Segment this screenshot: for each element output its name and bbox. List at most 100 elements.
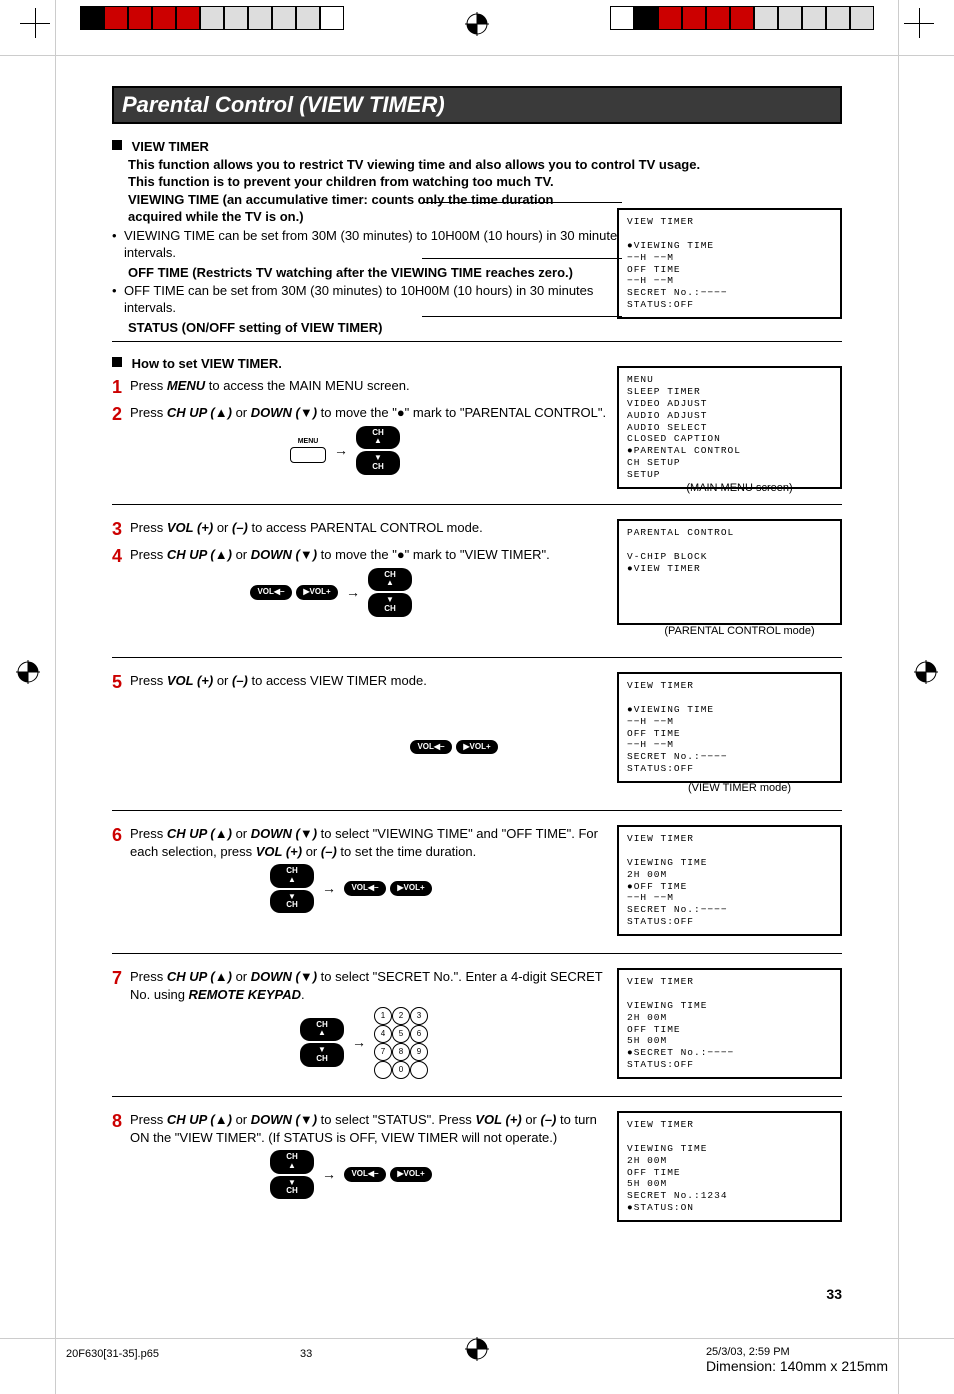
- step-number: 6: [112, 825, 130, 913]
- screen-line: SECRET No.:−−−−: [627, 904, 832, 916]
- screen-line: ●SECRET No.:−−−−: [627, 1047, 832, 1059]
- step-8: 8 Press CH UP (▲) or DOWN (▼) to select …: [112, 1111, 612, 1199]
- target-icon: [16, 660, 40, 689]
- step-number: 3: [112, 519, 130, 540]
- color-strip-left: [80, 6, 344, 28]
- ch-down-button-icon: ▼CH: [270, 1176, 314, 1200]
- step-text: Press CH UP (▲) or DOWN (▼) to select "S…: [130, 968, 612, 1077]
- step-number: 5: [112, 672, 130, 754]
- screen-line: STATUS:OFF: [627, 916, 832, 928]
- step-text: Press VOL (+) or (–) to access VIEW TIME…: [130, 672, 498, 754]
- howto-section: How to set VIEW TIMER. 1 Press MENU to a…: [112, 356, 842, 496]
- step6-section: 6 Press CH UP (▲) or DOWN (▼) to select …: [112, 825, 842, 945]
- connector-line: [422, 258, 622, 260]
- vol-minus-button-icon: VOL ◀–: [344, 1167, 386, 1182]
- footer-right: 25/3/03, 2:59 PM Dimension: 140mm x 215m…: [706, 1346, 888, 1374]
- intro-l2: This function is to prevent your childre…: [112, 173, 554, 191]
- vol-plus-button-icon: ▶ VOL+: [390, 1167, 432, 1182]
- screen-line: ●PARENTAL CONTROL: [627, 445, 832, 457]
- ch-down-button-icon: ▼CH: [368, 593, 412, 617]
- footer-pagenum: 33: [300, 1348, 312, 1360]
- heading-text: Parental Control (VIEW TIMER): [122, 92, 832, 118]
- arrow-icon: →: [318, 879, 340, 898]
- crop-mark: [20, 8, 50, 38]
- screen-line: PARENTAL CONTROL: [627, 527, 832, 539]
- divider: [112, 1096, 842, 1097]
- footer-dimension: Dimension: 140mm x 215mm: [706, 1358, 888, 1374]
- screen-line: OFF TIME: [627, 728, 832, 740]
- button-group: CH▲ ▼CH → 123 456 789 0: [300, 1007, 612, 1077]
- screen-line: VIEW TIMER: [627, 680, 832, 692]
- screen-line: VIEW TIMER: [627, 1119, 832, 1131]
- ch-up-button-icon: CH▲: [356, 426, 400, 450]
- connector-line: [422, 316, 622, 318]
- content: Parental Control (VIEW TIMER) VIEW TIMER…: [112, 86, 842, 1231]
- vol-plus-button-icon: ▶ VOL+: [456, 740, 498, 755]
- screen-parental: PARENTAL CONTROL V-CHIP BLOCK ●VIEW TIME…: [617, 519, 842, 625]
- screen-line: CLOSED CAPTION: [627, 433, 832, 445]
- step34-section: 3 Press VOL (+) or (–) to access PARENTA…: [112, 519, 842, 649]
- screen-line: −−H −−M: [627, 252, 832, 264]
- screen-viewtimer-2: VIEW TIMER VIEWING TIME 2H 00M ●OFF TIME…: [617, 825, 842, 936]
- button-group: CH▲ ▼CH → VOL ◀– ▶ VOL+: [270, 1150, 612, 1199]
- screen-line: VIEWING TIME: [627, 1143, 832, 1155]
- target-icon: [465, 12, 489, 36]
- screen-line: −−H −−M: [627, 275, 832, 287]
- screen-line: STATUS:OFF: [627, 1059, 832, 1071]
- crop-mark: [904, 8, 934, 38]
- screen-line: VIEW TIMER: [627, 216, 832, 228]
- screen-viewtimer-4: VIEW TIMER VIEWING TIME 2H 00M OFF TIME …: [617, 1111, 842, 1222]
- vol-minus-button-icon: VOL ◀–: [344, 881, 386, 896]
- screen-line: STATUS:OFF: [627, 299, 832, 311]
- screen-line: AUDIO SELECT: [627, 422, 832, 434]
- square-bullet-icon: [112, 140, 122, 150]
- menu-button-icon: [290, 447, 326, 463]
- screen-line: −−H −−M: [627, 716, 832, 728]
- screen-line: −−H −−M: [627, 892, 832, 904]
- screen-line: VIEWING TIME: [627, 1000, 832, 1012]
- screen-viewtimer-3: VIEW TIMER VIEWING TIME 2H 00M OFF TIME …: [617, 968, 842, 1079]
- step5-section: 5 Press VOL (+) or (–) to access VIEW TI…: [112, 672, 842, 802]
- step-4: 4 Press CH UP (▲) or DOWN (▼) to move th…: [112, 546, 612, 617]
- screen-label: (VIEW TIMER mode): [637, 782, 842, 794]
- step-6: 6 Press CH UP (▲) or DOWN (▼) to select …: [112, 825, 612, 913]
- divider: [112, 657, 842, 658]
- intro-status: STATUS (ON/OFF setting of VIEW TIMER): [112, 320, 382, 335]
- screen-line: SETUP: [627, 469, 832, 481]
- page-heading: Parental Control (VIEW TIMER): [112, 86, 842, 124]
- screen-line: 5H 00M: [627, 1178, 832, 1190]
- screen-line: 5H 00M: [627, 1035, 832, 1047]
- button-group: VOL ◀– ▶ VOL+: [410, 740, 498, 755]
- screen-line: ●VIEWING TIME: [627, 240, 832, 252]
- screen-line: ●VIEW TIMER: [627, 563, 832, 575]
- step-number: 1: [112, 377, 130, 398]
- step-text: Press VOL (+) or (–) to access PARENTAL …: [130, 519, 483, 540]
- screen-line: SLEEP TIMER: [627, 386, 832, 398]
- arrow-icon: →: [318, 1165, 340, 1184]
- step-number: 8: [112, 1111, 130, 1199]
- step-text: Press MENU to access the MAIN MENU scree…: [130, 377, 410, 398]
- step-text: Press CH UP (▲) or DOWN (▼) to select "S…: [130, 1111, 612, 1199]
- arrow-icon: →: [348, 1033, 370, 1052]
- vol-minus-button-icon: VOL ◀–: [410, 740, 452, 755]
- ch-up-button-icon: CH▲: [270, 864, 314, 888]
- ch-up-button-icon: CH▲: [270, 1150, 314, 1174]
- screen-viewtimer-1: VIEW TIMER ●VIEWING TIME −−H −−M OFF TIM…: [617, 672, 842, 783]
- ch-up-button-icon: CH▲: [368, 568, 412, 592]
- step-text: Press CH UP (▲) or DOWN (▼) to move the …: [130, 404, 606, 475]
- connector-line: [422, 202, 622, 204]
- intro-bullet-1: VIEWING TIME can be set from 30M (30 min…: [112, 228, 624, 262]
- remote-keypad-icon: 123 456 789 0: [374, 1007, 426, 1077]
- ch-down-button-icon: ▼CH: [300, 1043, 344, 1067]
- screen-line: STATUS:OFF: [627, 763, 832, 775]
- screen-menu: MENU SLEEP TIMER VIDEO ADJUST AUDIO ADJU…: [617, 366, 842, 489]
- footer-filename: 20F630[31-35].p65: [66, 1348, 159, 1360]
- button-group: CH▲ ▼CH → VOL ◀– ▶ VOL+: [270, 864, 612, 913]
- target-icon: [465, 1337, 489, 1366]
- intro-l1: This function allows you to restrict TV …: [112, 156, 700, 174]
- guide: [0, 55, 954, 56]
- menu-label: MENU: [298, 437, 319, 446]
- divider: [112, 341, 842, 342]
- registration-top: [0, 0, 954, 46]
- ch-down-button-icon: ▼CH: [356, 451, 400, 475]
